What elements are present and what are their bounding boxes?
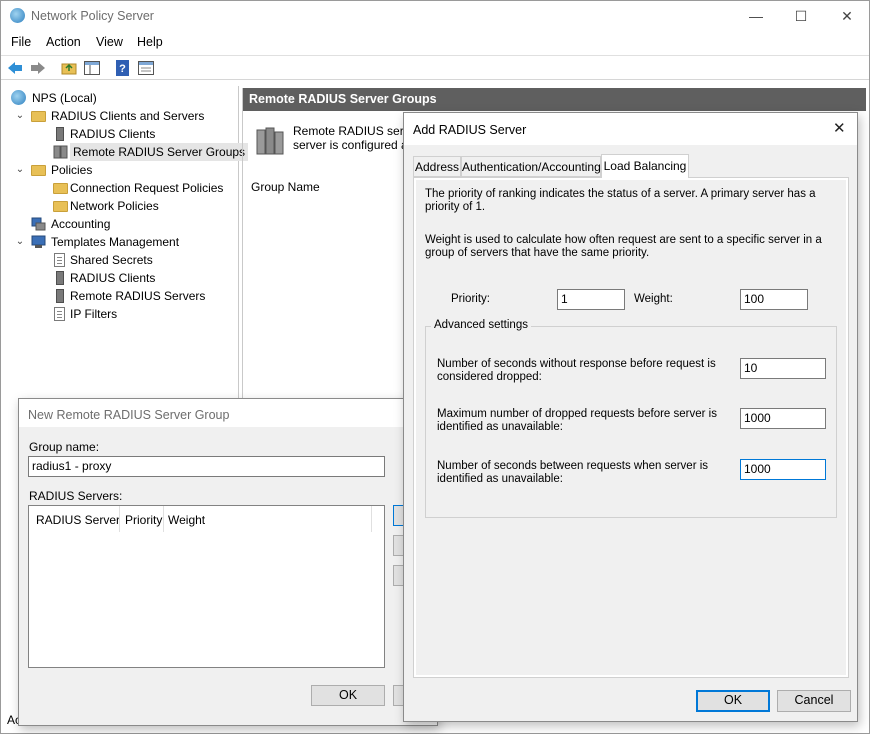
properties-pane-icon[interactable] xyxy=(137,59,155,77)
menu-view[interactable]: View xyxy=(96,35,123,49)
tab-load-balancing[interactable]: Load Balancing xyxy=(601,154,689,178)
group-name-label: Group name: xyxy=(29,440,100,454)
radius-servers-list[interactable]: RADIUS Server Priority Weight xyxy=(28,505,385,668)
new-server-group-dialog: New Remote RADIUS Server Group Group nam… xyxy=(18,398,438,726)
tree-item-policies[interactable]: ⌄ Policies xyxy=(9,161,229,179)
chevron-down-icon[interactable]: ⌄ xyxy=(15,161,25,179)
tree-item-shared-secrets[interactable]: Shared Secrets xyxy=(9,251,229,269)
max-dropped-requests-label: Maximum number of dropped requests befor… xyxy=(437,408,717,433)
tree-item-radius-clients-servers[interactable]: ⌄ RADIUS Clients and Servers xyxy=(9,107,229,125)
document-icon xyxy=(54,307,65,321)
toolbar: ? xyxy=(1,55,869,80)
weight-label: Weight: xyxy=(634,293,673,305)
server-icon xyxy=(56,289,64,303)
nps-app-icon xyxy=(10,8,25,23)
group-name-input[interactable]: radius1 - proxy xyxy=(28,456,385,477)
column-radius-server[interactable]: RADIUS Server xyxy=(36,513,120,527)
column-header-group-name[interactable]: Group Name xyxy=(251,180,320,194)
add-ok-button[interactable]: OK xyxy=(696,690,770,712)
group-ok-button[interactable]: OK xyxy=(311,685,385,706)
menu-bar: File Action View Help xyxy=(1,32,869,54)
templates-icon xyxy=(31,235,46,249)
load-balancing-page: The priority of ranking indicates the st… xyxy=(413,177,849,678)
tree-item-remote-radius-server-groups[interactable]: Remote RADIUS Server Groups xyxy=(9,143,249,161)
advanced-settings-label: Advanced settings xyxy=(431,319,531,331)
tree-item-radius-clients[interactable]: RADIUS Clients xyxy=(9,125,229,143)
column-weight[interactable]: Weight xyxy=(168,513,205,527)
minimize-button[interactable]: — xyxy=(733,1,779,31)
tab-authentication-accounting[interactable]: Authentication/Accounting xyxy=(461,156,601,177)
tree-item-templates-management[interactable]: ⌄ Templates Management xyxy=(9,233,229,251)
globe-icon xyxy=(11,90,26,105)
tree-item-network-policies[interactable]: Network Policies xyxy=(9,197,229,215)
column-priority[interactable]: Priority xyxy=(125,513,162,527)
tab-address[interactable]: Address xyxy=(413,156,461,177)
tree-item-connection-request-policies[interactable]: Connection Request Policies xyxy=(9,179,229,197)
title-bar: Network Policy Server — ☐ ✕ xyxy=(1,1,869,31)
description-line-1: Remote RADIUS server xyxy=(293,124,421,138)
document-icon xyxy=(54,253,65,267)
close-icon[interactable]: ✕ xyxy=(833,119,846,137)
priority-label: Priority: xyxy=(451,293,490,305)
priority-description: The priority of ranking indicates the st… xyxy=(425,188,816,213)
add-dialog-title: Add RADIUS Server xyxy=(413,123,527,137)
radius-servers-label: RADIUS Servers: xyxy=(29,489,123,503)
pane-header: Remote RADIUS Server Groups xyxy=(243,88,866,111)
server-group-icon xyxy=(53,145,68,159)
chevron-down-icon[interactable]: ⌄ xyxy=(15,107,25,125)
tree-item-accounting[interactable]: Accounting xyxy=(9,215,229,233)
seconds-without-response-label: Number of seconds without response befor… xyxy=(437,358,716,383)
server-group-large-icon xyxy=(256,126,284,159)
tree-item-remote-radius-servers[interactable]: Remote RADIUS Servers xyxy=(9,287,229,305)
folder-icon xyxy=(53,183,68,194)
tree-item-ip-filters[interactable]: IP Filters xyxy=(9,305,229,323)
folder-icon xyxy=(53,201,68,212)
maximize-button[interactable]: ☐ xyxy=(778,1,824,31)
accounting-icon xyxy=(31,217,46,231)
chevron-down-icon[interactable]: ⌄ xyxy=(15,233,25,251)
folder-icon xyxy=(31,111,46,122)
svg-text:?: ? xyxy=(119,63,126,75)
menu-action[interactable]: Action xyxy=(46,35,81,49)
tree-item-nps-local[interactable]: NPS (Local) xyxy=(9,89,229,107)
seconds-between-requests-label: Number of seconds between requests when … xyxy=(437,460,709,485)
seconds-without-response-input[interactable]: 10 xyxy=(740,358,826,379)
add-radius-server-dialog: Add RADIUS Server ✕ Address Authenticati… xyxy=(403,112,858,722)
tree-item-template-radius-clients[interactable]: RADIUS Clients xyxy=(9,269,229,287)
max-dropped-requests-input[interactable]: 1000 xyxy=(740,408,826,429)
forward-arrow-icon[interactable] xyxy=(29,59,47,77)
priority-input[interactable]: 1 xyxy=(557,289,625,310)
seconds-between-requests-input[interactable]: 1000 xyxy=(740,459,826,480)
close-button[interactable]: ✕ xyxy=(824,1,870,31)
show-hide-tree-icon[interactable] xyxy=(83,59,101,77)
window-title: Network Policy Server xyxy=(31,9,154,23)
menu-help[interactable]: Help xyxy=(137,35,163,49)
back-arrow-icon[interactable] xyxy=(6,59,24,77)
weight-description: Weight is used to calculate how often re… xyxy=(425,234,822,259)
dialog-title: New Remote RADIUS Server Group xyxy=(28,408,230,422)
folder-icon xyxy=(31,165,46,176)
help-icon[interactable]: ? xyxy=(114,59,132,77)
up-folder-icon[interactable] xyxy=(60,59,78,77)
weight-input[interactable]: 100 xyxy=(740,289,808,310)
server-icon xyxy=(56,271,64,285)
server-icon xyxy=(56,127,64,141)
add-cancel-button[interactable]: Cancel xyxy=(777,690,851,712)
menu-file[interactable]: File xyxy=(11,35,31,49)
